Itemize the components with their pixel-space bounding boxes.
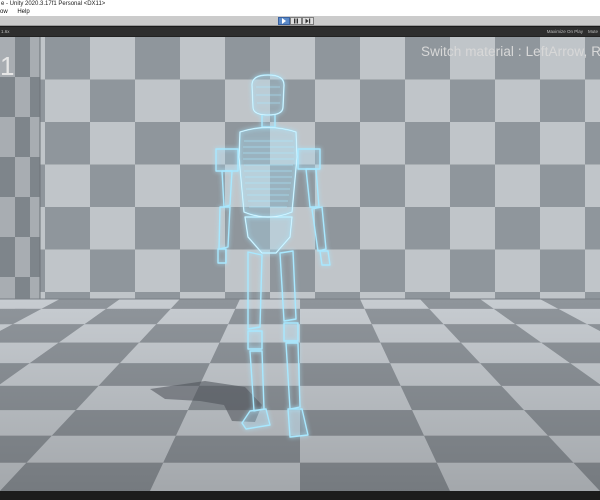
play-icon: [282, 18, 286, 24]
step-icon: [305, 18, 311, 24]
game-viewport[interactable]: 1 Switch material : LeftArrow, Righ: [0, 37, 600, 491]
switch-material-hint: Switch material : LeftArrow, Righ: [421, 44, 600, 59]
play-button[interactable]: [278, 17, 290, 25]
menu-item-window[interactable]: ow: [0, 9, 8, 16]
scene-render: [0, 37, 600, 491]
menu-bar: ow Help: [0, 9, 600, 16]
material-index: 1: [0, 51, 15, 81]
window-title: e - Unity 2020.3.17f1 Personal <DX11>: [0, 0, 600, 9]
menu-item-help[interactable]: Help: [17, 9, 29, 16]
scale-label[interactable]: 1.6x: [1, 27, 10, 37]
maximize-on-play-toggle[interactable]: Maximize On Play: [547, 27, 583, 37]
play-controls: [278, 17, 314, 25]
step-button[interactable]: [302, 17, 314, 25]
pause-button[interactable]: [290, 17, 302, 25]
mute-audio-toggle[interactable]: Mute: [588, 27, 598, 37]
status-bar: [0, 491, 600, 500]
pause-icon: [294, 18, 298, 24]
game-view-toolbar: 1.6x Maximize On Play Mute: [0, 27, 600, 37]
toolbar: [0, 16, 600, 26]
back-wall: [40, 37, 600, 307]
